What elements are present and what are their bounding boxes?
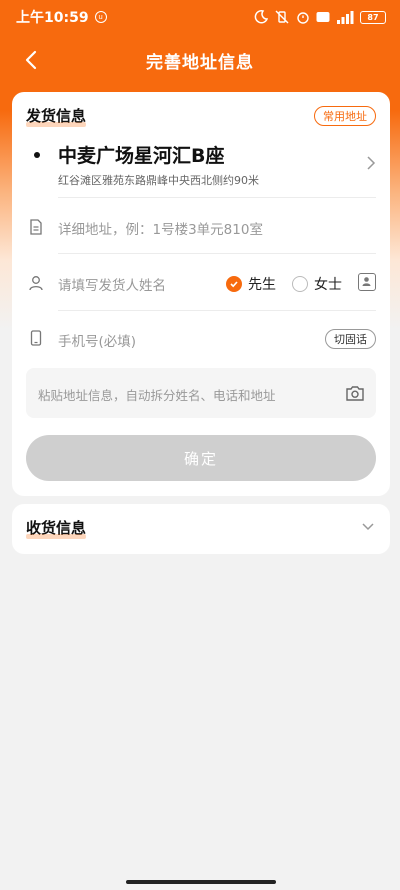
signal-icon [337,10,354,24]
gender-female-label: 女士 [314,277,342,293]
radio-checked-icon [226,276,242,292]
hd-icon [316,12,330,22]
notification-icon: u [94,11,107,23]
divider [58,310,376,311]
title-underline [26,122,87,127]
title-underline [26,534,87,539]
divider [58,253,376,254]
status-icons: 87 [254,10,386,24]
nav-bar: 完善地址信息 [0,40,400,80]
gender-option-male[interactable]: 先生 [226,274,276,294]
page-title: 完善地址信息 [146,52,254,73]
sender-card: 发货信息 常用地址 中麦广场星河汇B座 红谷滩区雅苑东路鼎峰中央西北侧约90米 … [12,92,390,496]
alarm-icon [297,12,309,24]
vibrate-off-icon [275,10,289,24]
sender-name-input[interactable]: 请填写发货人姓名 [58,274,166,294]
address-main: 中麦广场星河汇B座 [58,145,225,167]
chevron-down-icon[interactable] [362,522,374,532]
switch-landline-button[interactable]: 切固话 [325,329,376,349]
bullet-dot [34,152,40,158]
battery-icon: 87 [360,10,386,24]
paste-address-box[interactable]: 粘贴地址信息，自动拆分姓名、电话和地址 [26,368,376,418]
divider [58,197,376,198]
radio-unchecked-icon [292,276,308,292]
detail-address-input[interactable]: 详细地址，例：1号楼3单元810室 [58,218,263,238]
gender-male-label: 先生 [248,277,276,293]
receiver-card[interactable]: 收货信息 [12,504,390,554]
camera-icon[interactable] [346,385,364,401]
confirm-button[interactable]: 确定 [26,435,376,481]
gender-option-female[interactable]: 女士 [292,274,342,294]
status-bar: 上午10:59 u 87 [0,0,400,34]
receiver-section-title: 收货信息 [26,519,87,539]
home-indicator [126,880,276,884]
paste-address-input[interactable]: 粘贴地址信息，自动拆分姓名、电话和地址 [38,385,276,404]
sender-section-title: 发货信息 [26,107,87,127]
chevron-right-icon [367,156,376,170]
status-time: 上午10:59 [16,10,89,26]
common-address-button[interactable]: 常用地址 [314,106,376,126]
document-icon [30,219,42,235]
phone-input[interactable]: 手机号(必填) [58,330,136,350]
moon-icon [254,10,268,24]
phone-icon [30,330,42,346]
person-icon [29,276,43,291]
back-arrow-icon[interactable] [20,48,44,72]
address-sub: 红谷滩区雅苑东路鼎峰中央西北侧约90米 [58,174,259,187]
contact-book-icon[interactable] [358,273,376,291]
